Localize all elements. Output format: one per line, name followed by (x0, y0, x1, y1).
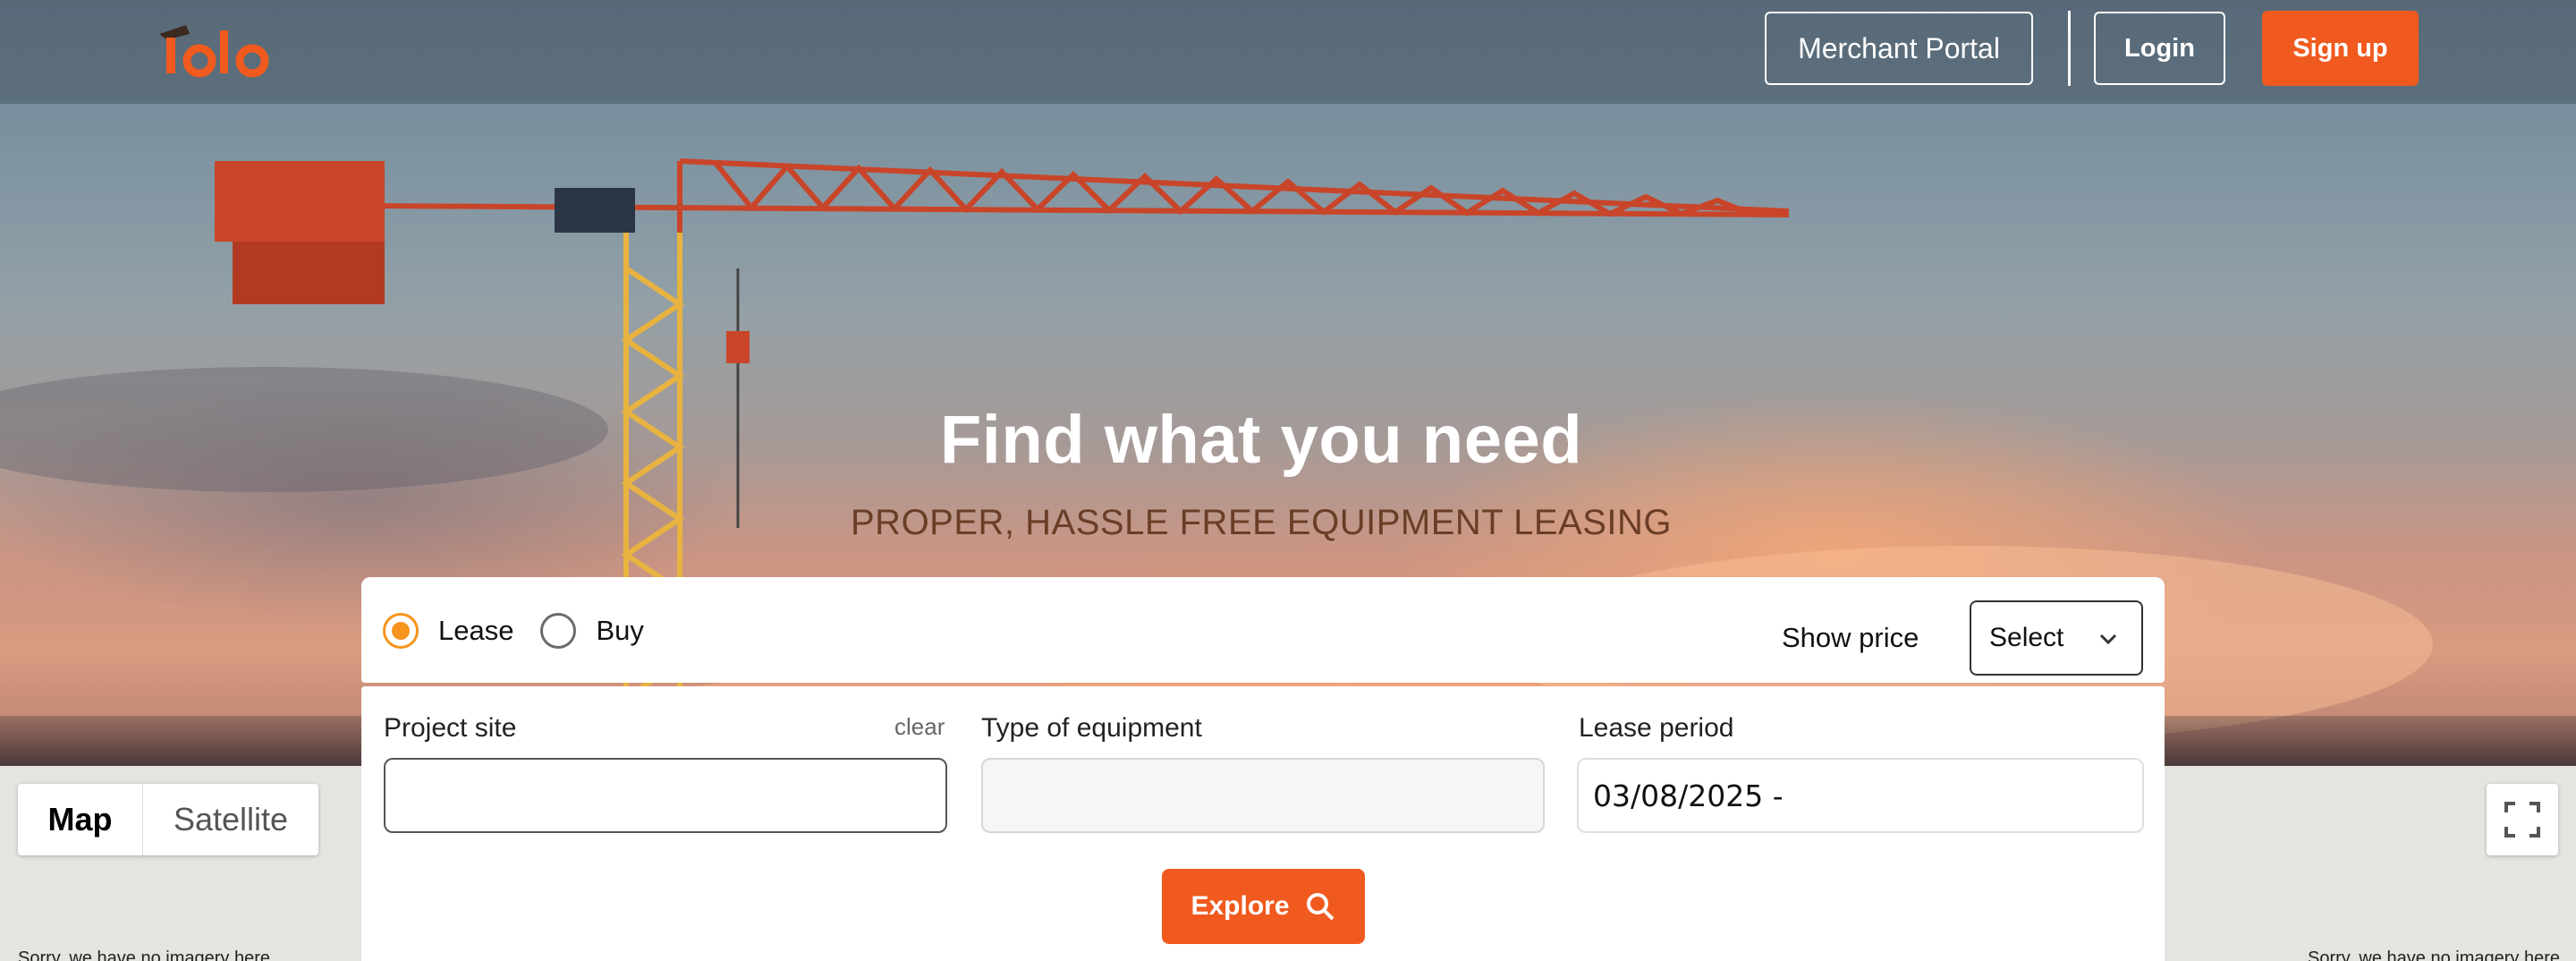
project-site-label: Project site (384, 713, 517, 743)
merchant-portal-button[interactable]: Merchant Portal (1765, 12, 2033, 85)
lease-radio[interactable] (383, 613, 419, 649)
buy-radio[interactable] (540, 613, 577, 649)
hero-title: Find what you need (939, 402, 1583, 478)
nav-divider (2068, 11, 2071, 86)
fullscreen-button[interactable] (2487, 784, 2558, 855)
buy-radio-label[interactable]: Buy (596, 615, 643, 647)
satellite-tab[interactable]: Satellite (143, 784, 318, 855)
search-options-card: Lease Buy Show price Select (361, 577, 2165, 683)
clear-project-site-link[interactable]: clear (894, 713, 945, 741)
radio-dot (392, 622, 410, 640)
show-price-label: Show price (1782, 622, 1919, 653)
map-type-toggle: Map Satellite (18, 784, 318, 855)
map-no-imagery-text: Sorry, we have no imagery here. (18, 948, 275, 961)
signup-button[interactable]: Sign up (2262, 11, 2419, 86)
fullscreen-icon (2504, 802, 2540, 838)
logo-icon (159, 25, 269, 78)
search-form-card: Project site clear Type of equipment Lea… (361, 686, 2165, 961)
map-tab[interactable]: Map (18, 784, 143, 855)
explore-button-label: Explore (1191, 891, 1290, 921)
project-site-input[interactable] (384, 758, 947, 833)
explore-button[interactable]: Explore (1162, 869, 1365, 944)
chevron-down-icon (2099, 634, 2117, 645)
tolo-logo[interactable] (159, 18, 284, 81)
mode-radio-group: Lease Buy (383, 613, 671, 649)
login-button[interactable]: Login (2094, 12, 2225, 85)
equipment-type-input[interactable] (981, 758, 1545, 833)
search-icon (1306, 893, 1334, 921)
lease-radio-label[interactable]: Lease (438, 615, 513, 647)
map-no-imagery-text: Sorry, we have no imagery here. (2308, 948, 2565, 961)
price-select[interactable]: Select (1970, 600, 2143, 676)
price-select-value: Select (1989, 623, 2064, 652)
equipment-type-label: Type of equipment (981, 713, 1202, 743)
hero-subtitle: PROPER, HASSLE FREE EQUIPMENT LEASING (851, 503, 1672, 542)
top-navbar: Merchant Portal Login Sign up (0, 0, 2576, 104)
lease-period-label: Lease period (1579, 713, 1734, 743)
lease-period-input[interactable]: 03/08/2025 - (1577, 758, 2144, 833)
